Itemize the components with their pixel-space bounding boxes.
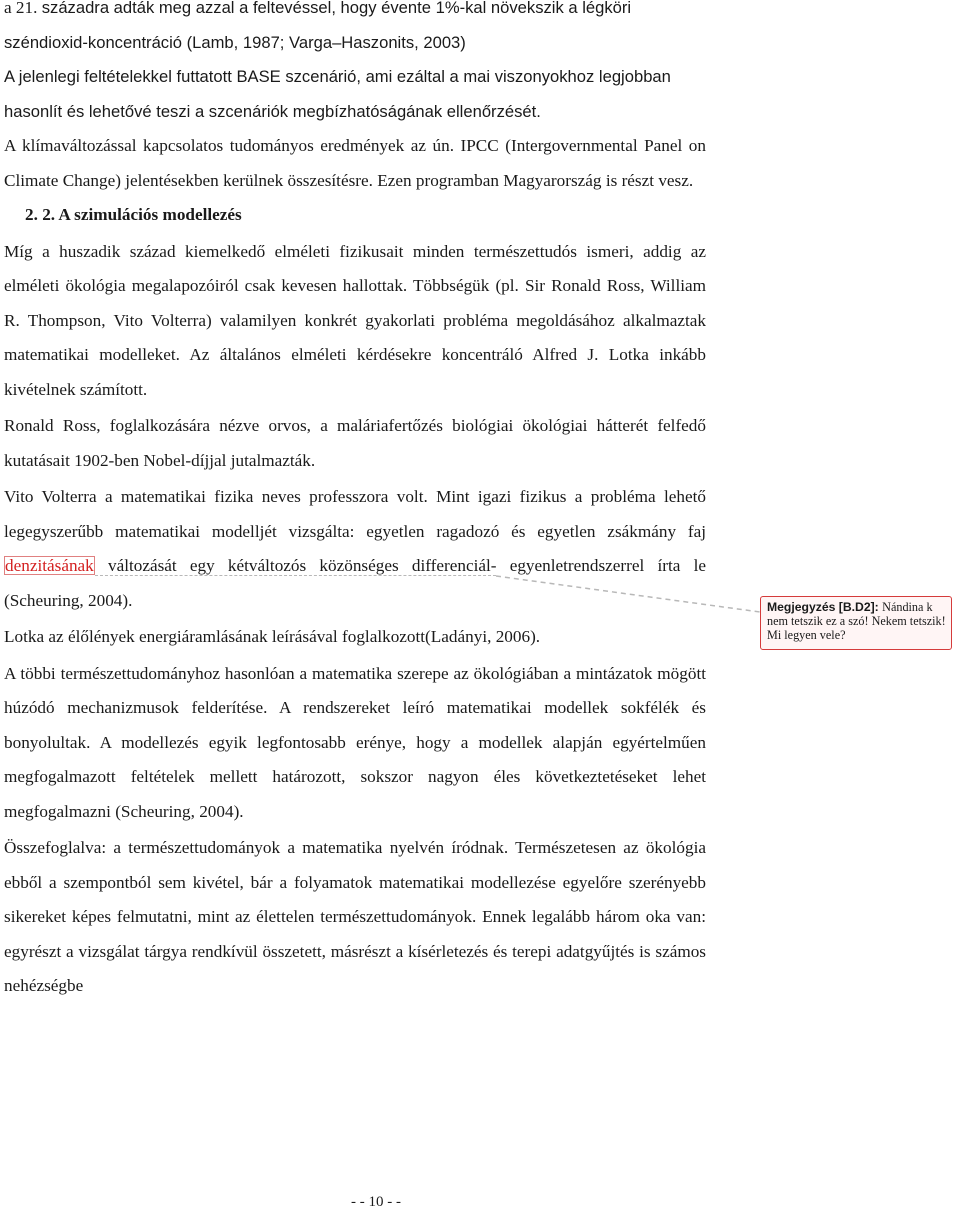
section-heading: 2. 2. A szimulációs modellezés [25,205,242,224]
page-number: - - 10 - - [351,1194,401,1210]
paragraph-ronald-ross: Ronald Ross, foglalkozására nézve orvos,… [4,416,706,470]
paragraph-summary: Összefoglalva: a természettudományok a m… [4,838,706,995]
text-fragment: változását egy kétváltozós közönséges di… [94,556,497,576]
comment-label: Megjegyzés [B.D2]: [767,600,883,614]
text-fragment: a 21. [4,0,42,17]
comment-balloon[interactable]: Megjegyzés [B.D2]: Nándina k nem tetszik… [760,596,952,650]
text-fragment-sans: századra adták meg azzal a feltevéssel, … [4,0,632,52]
paragraph-math-role: A többi természettudományhoz hasonlóan a… [4,663,706,821]
paragraph-scenario-intro: a 21. századra adták meg azzal a feltevé… [4,0,706,60]
paragraph-lotka: Lotka az élőlények energiáramlásának leí… [4,627,541,646]
paragraph-base-scenario: A jelenlegi feltételekkel futtatott BASE… [4,60,706,129]
paragraph-theoretical-ecology: Míg a huszadik század kiemelkedő elmélet… [4,241,706,399]
paragraph-volterra: Vito Volterra a matematikai fizika neves… [4,480,706,618]
paragraph-ipcc: A klímaváltozással kapcsolatos tudományo… [4,136,706,190]
commented-word-highlight[interactable]: denzitásának [4,556,95,575]
document-page: a 21. századra adták meg azzal a feltevé… [4,0,706,1004]
text-fragment: Vito Volterra a matematikai fizika neves… [4,487,706,541]
text-fragment-sans: A jelenlegi feltételekkel futtatott BASE… [4,67,671,121]
